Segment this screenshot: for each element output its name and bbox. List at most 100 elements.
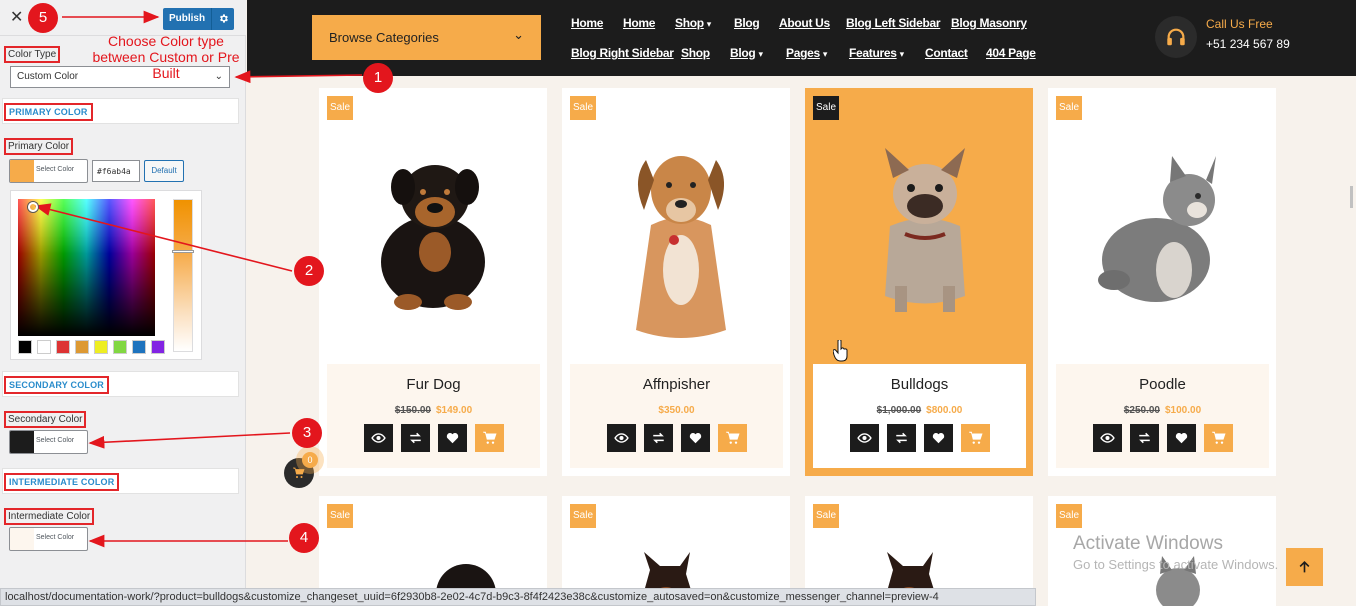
color-gradient-area[interactable]	[18, 199, 155, 336]
product-price: $250.00 $100.00	[1056, 405, 1269, 416]
palette-swatch[interactable]	[151, 340, 165, 354]
sale-badge: Sale	[813, 96, 839, 120]
cart-icon	[725, 431, 740, 444]
nav-blog-2[interactable]: Blog ▾	[730, 46, 763, 62]
product-card-affnpisher[interactable]: Sale Affnpisher $350.00	[562, 88, 790, 476]
intermediate-color-section[interactable]: INTERMEDIATE COLOR	[2, 468, 239, 494]
palette-swatch[interactable]	[132, 340, 146, 354]
chevron-down-icon: ▾	[758, 50, 763, 60]
nav-404-page[interactable]: 404 Page	[986, 46, 1036, 60]
nav-pages[interactable]: Pages ▾	[786, 46, 827, 62]
close-icon[interactable]: ✕	[10, 9, 26, 25]
select-color-label: Select Color	[36, 534, 75, 541]
color-picker[interactable]	[10, 190, 202, 360]
quick-view-button[interactable]	[849, 424, 879, 452]
product-actions	[1056, 424, 1269, 452]
wishlist-button[interactable]	[923, 424, 953, 452]
eye-icon	[1099, 433, 1115, 443]
kitten-image	[1098, 156, 1216, 302]
compare-button[interactable]	[1129, 424, 1159, 452]
product-name[interactable]: Poodle	[1056, 376, 1269, 393]
slider-knob[interactable]	[172, 250, 194, 253]
new-price: $149.00	[436, 405, 473, 416]
nav-blog-right-sidebar[interactable]: Blog Right Sidebar	[571, 46, 674, 60]
palette-swatch[interactable]	[94, 340, 108, 354]
scrollbar-thumb[interactable]	[1350, 186, 1353, 208]
color-picker-handle[interactable]	[28, 202, 38, 212]
intermediate-select-color-button[interactable]: Select Color	[9, 527, 88, 551]
palette-swatch[interactable]	[113, 340, 127, 354]
primary-color-section[interactable]: PRIMARY COLOR	[2, 98, 239, 124]
nav-home-2[interactable]: Home	[623, 16, 655, 30]
secondary-swatch	[10, 431, 34, 453]
primary-select-color-button[interactable]: Select Color	[9, 159, 88, 183]
product-name[interactable]: Affnpisher	[570, 376, 783, 393]
add-to-cart-button[interactable]	[474, 424, 504, 452]
primary-color-label: Primary Color	[4, 138, 74, 155]
add-to-cart-button[interactable]	[1203, 424, 1233, 452]
intermediate-section-title: INTERMEDIATE COLOR	[4, 473, 120, 491]
default-button[interactable]: Default	[144, 160, 184, 182]
nav-home[interactable]: Home	[571, 16, 603, 30]
palette-swatch[interactable]	[18, 340, 32, 354]
palette-swatch[interactable]	[56, 340, 70, 354]
product-card-poodle[interactable]: Sale Poodle $250.00 $100.00	[1048, 88, 1276, 476]
nav-shop-2[interactable]: Shop	[681, 46, 710, 60]
product-card-bulldogs[interactable]: Sale Bulldogs $1,000.00 $800.00	[805, 88, 1033, 476]
nav-shop[interactable]: Shop ▾	[675, 16, 711, 32]
secondary-select-color-button[interactable]: Select Color	[9, 430, 88, 454]
product-info: Bulldogs $1,000.00 $800.00	[813, 364, 1026, 468]
product-actions	[570, 424, 783, 452]
windows-activation-title: Activate Windows	[1073, 533, 1223, 554]
quick-view-button[interactable]	[1092, 424, 1122, 452]
mini-cart-button[interactable]: 0	[284, 452, 318, 488]
secondary-section-title: SECONDARY COLOR	[4, 376, 110, 394]
palette-swatch[interactable]	[37, 340, 51, 354]
call-us-number[interactable]: +51 234 567 89	[1206, 37, 1290, 51]
primary-hex-input[interactable]: #f6ab4a	[92, 160, 140, 182]
nav-about-us[interactable]: About Us	[779, 16, 830, 30]
palette-swatch[interactable]	[75, 340, 89, 354]
cart-icon	[968, 431, 983, 444]
quick-view-button[interactable]	[363, 424, 393, 452]
publish-button[interactable]: Publish	[163, 8, 211, 30]
lightness-slider[interactable]	[172, 199, 194, 352]
add-to-cart-button[interactable]	[717, 424, 747, 452]
hand-cursor-icon	[833, 340, 848, 362]
nav-blog[interactable]: Blog	[734, 16, 760, 30]
secondary-color-section[interactable]: SECONDARY COLOR	[2, 371, 239, 397]
wishlist-button[interactable]	[1166, 424, 1196, 452]
nav-contact[interactable]: Contact	[925, 46, 968, 60]
compare-icon	[1138, 432, 1150, 444]
headset-icon	[1155, 16, 1197, 58]
compare-icon	[652, 432, 664, 444]
nav-blog-masonry[interactable]: Blog Masonry	[951, 16, 1027, 30]
compare-button[interactable]	[400, 424, 430, 452]
wishlist-button[interactable]	[437, 424, 467, 452]
product-info: Poodle $250.00 $100.00	[1056, 364, 1269, 468]
product-info: Fur Dog $150.00 $149.00	[327, 364, 540, 468]
primary-section-title: PRIMARY COLOR	[4, 103, 93, 121]
annotation-marker-3: 3	[292, 418, 322, 448]
product-actions	[813, 424, 1026, 452]
select-color-label: Select Color	[36, 437, 75, 444]
nav-blog-left-sidebar[interactable]: Blog Left Sidebar	[846, 16, 941, 30]
publish-settings-button[interactable]	[211, 8, 234, 30]
new-price: $100.00	[1165, 405, 1202, 416]
compare-button[interactable]	[886, 424, 916, 452]
wishlist-button[interactable]	[680, 424, 710, 452]
nav-features[interactable]: Features ▾	[849, 46, 904, 62]
chevron-down-icon: ▾	[899, 50, 905, 60]
product-card-fur-dog[interactable]: Sale Fur Dog $150.00 $149.00	[319, 88, 547, 476]
compare-button[interactable]	[643, 424, 673, 452]
compare-icon	[895, 432, 907, 444]
product-name[interactable]: Bulldogs	[813, 376, 1026, 393]
quick-view-button[interactable]	[606, 424, 636, 452]
browse-categories-button[interactable]: Browse Categories ⌄	[312, 15, 541, 60]
intermediate-color-label: Intermediate Color	[4, 508, 95, 525]
add-to-cart-button[interactable]	[960, 424, 990, 452]
cart-icon	[1211, 431, 1226, 444]
heart-icon	[689, 433, 701, 444]
product-price: $350.00	[570, 405, 783, 416]
product-name[interactable]: Fur Dog	[327, 376, 540, 393]
